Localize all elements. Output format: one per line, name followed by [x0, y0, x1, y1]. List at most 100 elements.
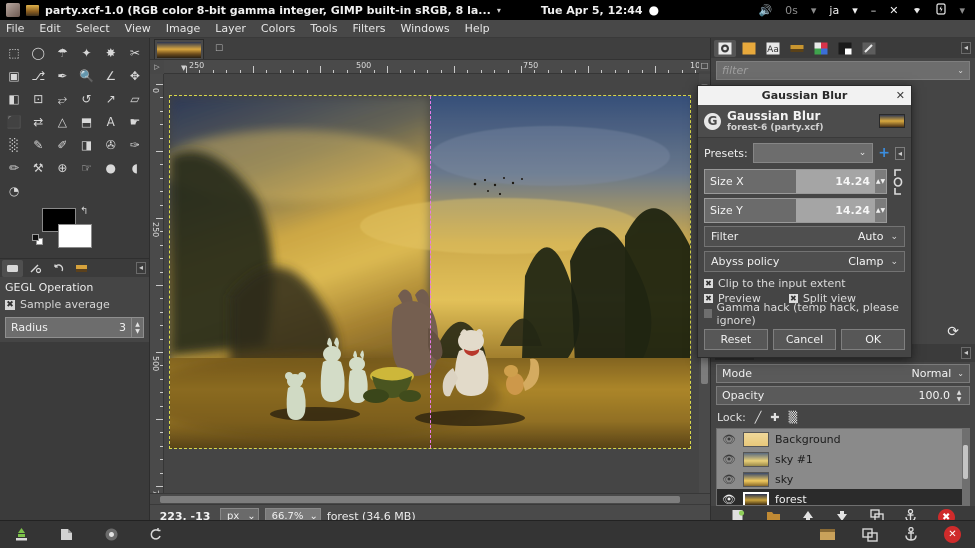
layer-visibility-eye-icon[interactable]: 👁: [721, 453, 737, 466]
clip-to-input-extent-row[interactable]: ✖ Clip to the input extent: [704, 276, 905, 291]
handle-transform-tool-icon[interactable]: △: [50, 110, 74, 133]
ellipse-select-tool-icon[interactable]: ◯: [26, 41, 50, 64]
crop-tool-icon[interactable]: ⊡: [26, 87, 50, 110]
ink-tool-icon[interactable]: ✑: [123, 133, 147, 156]
layer-row[interactable]: 👁sky #1: [717, 449, 969, 469]
window-menu-caret-icon[interactable]: ▾: [497, 6, 501, 15]
tab-document-history[interactable]: [786, 40, 808, 57]
menu-item-view[interactable]: View: [125, 22, 151, 35]
bucket-fill-tool-icon[interactable]: ░: [2, 133, 26, 156]
minimize-button[interactable]: –: [871, 5, 877, 16]
preview-checkbox[interactable]: ✖: [704, 294, 713, 303]
move-tool-icon[interactable]: ✥: [123, 64, 147, 87]
menu-item-filters[interactable]: Filters: [352, 22, 385, 35]
size-y-field[interactable]: Size Y 14.24 ▲▼: [704, 198, 887, 223]
lock-position-icon[interactable]: ✚: [770, 411, 779, 424]
size-chain-link-icon[interactable]: [891, 169, 905, 195]
heal-tool-icon[interactable]: ⊕: [50, 156, 74, 179]
size-x-field[interactable]: Size X 14.24 ▲▼: [704, 169, 887, 194]
taskbar-settings-icon[interactable]: [104, 527, 119, 542]
airbrush-tool-icon[interactable]: ✇: [99, 133, 123, 156]
radius-spinner[interactable]: Radius 3 ▲▼: [5, 317, 144, 338]
menu-item-image[interactable]: Image: [166, 22, 200, 35]
taskbar-window-icon[interactable]: [819, 527, 836, 542]
volume-icon[interactable]: 🔊: [758, 5, 772, 16]
layer-list[interactable]: 👁Background👁sky #1👁sky👁forest: [716, 428, 970, 506]
split-view-divider[interactable]: [430, 96, 431, 448]
tab-brushes[interactable]: [714, 40, 736, 57]
vertical-ruler[interactable]: 0250500750: [150, 74, 164, 493]
menu-item-windows[interactable]: Windows: [400, 22, 449, 35]
artboard[interactable]: [170, 96, 690, 448]
clone-tool-icon[interactable]: ⚒: [26, 156, 50, 179]
layer-list-scrollbar[interactable]: [962, 429, 969, 505]
add-preset-icon[interactable]: +: [878, 147, 890, 159]
select-by-color-tool-icon[interactable]: ✸: [99, 41, 123, 64]
layer-visibility-eye-icon[interactable]: 👁: [721, 493, 737, 506]
blur-sharpen-tool-icon[interactable]: ●: [99, 156, 123, 179]
battery-icon[interactable]: [936, 3, 946, 17]
taskbar-refresh-icon[interactable]: [149, 527, 164, 542]
tab-gradients[interactable]: [834, 40, 856, 57]
radius-stepper-arrows[interactable]: ▲▼: [131, 318, 143, 337]
pencil-tool-icon[interactable]: ✎: [26, 133, 50, 156]
canvas-horizontal-scrollbar[interactable]: [150, 493, 710, 504]
horizontal-ruler[interactable]: 2505007501000▼: [164, 60, 699, 74]
tab-patterns[interactable]: [738, 40, 760, 57]
perspective-tool-icon[interactable]: ▱: [123, 87, 147, 110]
3d-transform-tool-icon[interactable]: ⬛: [2, 110, 26, 133]
alignment-tool-icon[interactable]: ◧: [2, 87, 26, 110]
quick-mask-toggle[interactable]: □: [699, 60, 710, 71]
clip-to-input-extent-checkbox[interactable]: ✖: [704, 279, 713, 288]
sample-average-row[interactable]: ✖ Sample average: [5, 298, 144, 311]
tab-tool-options[interactable]: [2, 260, 23, 277]
taskbar-close-icon[interactable]: ✕: [944, 526, 961, 543]
image-tab-close-icon[interactable]: ☐: [208, 39, 230, 59]
paths-dock-menu-button[interactable]: ◂: [961, 347, 971, 359]
warp-transform-tool-icon[interactable]: ☛: [123, 110, 147, 133]
measure-tool-icon[interactable]: ∠: [99, 64, 123, 87]
menu-item-help[interactable]: Help: [465, 22, 490, 35]
toolbox-dock-menu-button[interactable]: ◂: [136, 262, 146, 274]
scissors-select-tool-icon[interactable]: ✂: [123, 41, 147, 64]
rect-select-tool-icon[interactable]: ⬚: [2, 41, 26, 64]
tab-undo-history[interactable]: [48, 260, 69, 277]
refresh-icon[interactable]: ⟳: [947, 324, 959, 340]
paths-tool-icon[interactable]: ⎇: [26, 64, 50, 87]
layer-mode-selector[interactable]: Mode Normal ⌄: [716, 364, 970, 383]
gamma-hack-checkbox[interactable]: [704, 309, 712, 318]
taskbar-upload-icon[interactable]: [14, 527, 29, 542]
foreground-select-tool-icon[interactable]: ▣: [2, 64, 26, 87]
right-dock-menu-button[interactable]: ◂: [961, 42, 971, 54]
smudge-tool-icon[interactable]: ☞: [74, 156, 98, 179]
free-select-tool-icon[interactable]: ☂: [50, 41, 74, 64]
layer-row[interactable]: 👁sky: [717, 469, 969, 489]
ok-button[interactable]: OK: [841, 329, 905, 350]
image-tab-party[interactable]: [154, 39, 204, 59]
taskbar-file-icon[interactable]: [59, 527, 74, 542]
cancel-button[interactable]: Cancel: [773, 329, 837, 350]
zoom-tool-icon[interactable]: 🔍: [74, 64, 98, 87]
background-color-swatch[interactable]: [58, 224, 92, 248]
tab-colors[interactable]: [810, 40, 832, 57]
rotate-tool-icon[interactable]: ⥂: [50, 87, 74, 110]
layer-opacity-slider[interactable]: Opacity 100.0 ▲▼: [716, 386, 970, 405]
taskbar-anchor-icon[interactable]: [904, 527, 918, 542]
canvas-viewport[interactable]: [164, 74, 699, 493]
layer-row[interactable]: 👁Background: [717, 429, 969, 449]
close-button[interactable]: ✕: [889, 5, 898, 16]
lock-pixels-icon[interactable]: ╱: [755, 411, 762, 424]
language-label[interactable]: ja: [829, 5, 839, 16]
presets-combobox[interactable]: ⌄: [753, 143, 874, 163]
workspace-caret-icon[interactable]: ▾: [811, 5, 817, 16]
gaussian-blur-dialog[interactable]: Gaussian Blur ✕ G Gaussian Blur forest-6…: [697, 85, 912, 358]
paintbrush-tool-icon[interactable]: ✐: [50, 133, 74, 156]
layer-visibility-eye-icon[interactable]: 👁: [721, 433, 737, 446]
filter-combobox[interactable]: Filter Auto ⌄: [704, 226, 905, 247]
abyss-policy-combobox[interactable]: Abyss policy Clamp ⌄: [704, 251, 905, 272]
layer-opacity-stepper[interactable]: ▲▼: [954, 389, 964, 403]
ruler-origin-button[interactable]: ▷: [150, 60, 164, 74]
battery-caret-icon[interactable]: ▾: [959, 5, 965, 16]
canvas-hscroll-thumb[interactable]: [160, 496, 680, 503]
menu-item-select[interactable]: Select: [76, 22, 110, 35]
